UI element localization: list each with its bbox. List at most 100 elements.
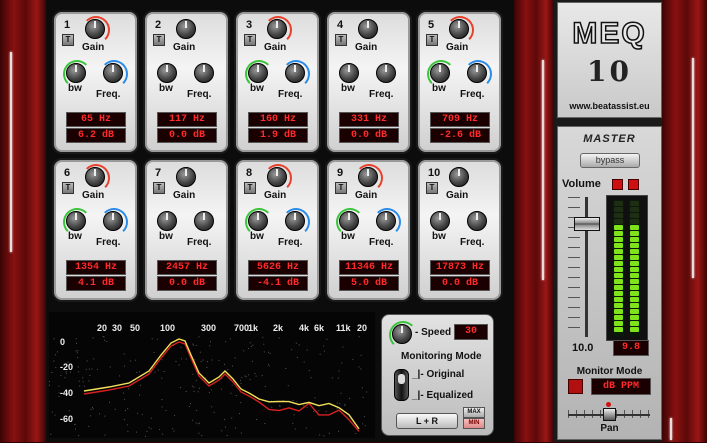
bw-knob[interactable] xyxy=(430,211,450,231)
noise-dot xyxy=(220,388,222,390)
bw-knob[interactable] xyxy=(157,63,177,83)
bw-knob[interactable] xyxy=(66,63,86,83)
noise-dot xyxy=(361,387,363,389)
bw-knob[interactable] xyxy=(66,211,86,231)
band-type-button[interactable]: T xyxy=(153,34,165,46)
freq-knob[interactable] xyxy=(194,211,214,231)
freq-knob[interactable] xyxy=(285,211,305,231)
volume-value: 10.0 xyxy=(572,342,594,354)
band-type-button[interactable]: T xyxy=(335,182,347,194)
noise-dot xyxy=(314,397,316,399)
bw-knob[interactable] xyxy=(157,211,177,231)
noise-dot xyxy=(271,406,273,408)
band-type-button[interactable]: T xyxy=(426,182,438,194)
monitoring-mode-switch[interactable] xyxy=(394,369,409,401)
noise-dot xyxy=(54,354,56,356)
gain-knob[interactable] xyxy=(176,167,196,187)
noise-dot xyxy=(151,338,153,340)
noise-dot xyxy=(339,403,341,405)
band-type-button[interactable]: T xyxy=(335,34,347,46)
noise-dot xyxy=(139,394,141,396)
noise-dot xyxy=(293,414,295,416)
gain-knob[interactable] xyxy=(267,19,287,39)
pan-handle[interactable] xyxy=(603,408,616,421)
gain-knob[interactable] xyxy=(449,167,469,187)
monitor-mode-display[interactable]: dB PPM xyxy=(591,378,651,395)
noise-dot xyxy=(88,368,90,370)
freq-readout: 331 Hz xyxy=(339,112,399,127)
freq-knob[interactable] xyxy=(285,63,305,83)
noise-dot xyxy=(221,430,223,432)
noise-dot xyxy=(58,396,60,397)
pan-label: Pan xyxy=(600,423,619,434)
freq-knob[interactable] xyxy=(376,63,396,83)
noise-dot xyxy=(331,377,333,379)
noise-dot xyxy=(291,349,293,351)
band-3: 3 T Gain bw Freq. 160 Hz 1.9 dB xyxy=(234,10,321,154)
gain-knob[interactable] xyxy=(358,19,378,39)
noise-dot xyxy=(92,337,94,339)
volume-fader-handle[interactable] xyxy=(574,217,600,231)
bw-knob[interactable] xyxy=(339,63,359,83)
freq-value: 117 xyxy=(168,114,187,125)
freq-knob[interactable] xyxy=(376,211,396,231)
meter-segment xyxy=(630,321,639,326)
gain-knob[interactable] xyxy=(85,19,105,39)
band-type-button[interactable]: T xyxy=(62,34,74,46)
freq-label: Freq. xyxy=(96,237,121,248)
meter-segment xyxy=(630,231,639,236)
gain-unit: dB xyxy=(469,130,482,141)
noise-dot xyxy=(196,409,198,411)
bw-knob[interactable] xyxy=(248,211,268,231)
gain-knob[interactable] xyxy=(176,19,196,39)
monitor-mode-button[interactable] xyxy=(568,379,583,394)
gain-knob[interactable] xyxy=(449,19,469,39)
original-option[interactable]: _|- Original xyxy=(412,369,464,380)
bw-knob[interactable] xyxy=(430,63,450,83)
noise-dot xyxy=(50,433,52,435)
bw-knob[interactable] xyxy=(339,211,359,231)
band-type-button[interactable]: T xyxy=(153,182,165,194)
band-number: 3 xyxy=(246,19,253,31)
band-type-label: T xyxy=(65,183,71,192)
noise-dot xyxy=(362,396,364,398)
noise-dot xyxy=(199,387,200,389)
gain-value: -4.1 xyxy=(256,278,281,289)
band-type-button[interactable]: T xyxy=(426,34,438,46)
min-button-label: MIN xyxy=(468,420,480,426)
bw-knob[interactable] xyxy=(248,63,268,83)
freq-knob[interactable] xyxy=(467,211,487,231)
meter-left xyxy=(613,200,624,336)
lr-button[interactable]: L + R xyxy=(396,413,458,429)
band-type-button[interactable]: T xyxy=(244,182,256,194)
band-type-button[interactable]: T xyxy=(62,182,74,194)
bypass-button[interactable]: bypass xyxy=(580,153,640,168)
band-type-button[interactable]: T xyxy=(244,34,256,46)
freq-knob[interactable] xyxy=(103,211,123,231)
meter-segment xyxy=(614,285,623,290)
noise-dot xyxy=(75,428,76,430)
clip-led-right xyxy=(628,179,639,190)
noise-dot xyxy=(355,433,357,434)
noise-dot xyxy=(231,384,233,386)
max-button[interactable]: MAX xyxy=(463,407,485,418)
min-button[interactable]: MIN xyxy=(463,418,485,429)
volume-label: Volume xyxy=(562,178,601,190)
freq-knob[interactable] xyxy=(103,63,123,83)
noise-dot xyxy=(210,389,212,391)
gain-knob[interactable] xyxy=(85,167,105,187)
noise-dot xyxy=(127,430,129,432)
gain-knob[interactable] xyxy=(358,167,378,187)
noise-dot xyxy=(178,364,180,366)
noise-dot xyxy=(358,336,360,338)
noise-dot xyxy=(161,399,163,400)
freq-tick-label: 100 xyxy=(160,323,175,333)
noise-dot xyxy=(123,419,125,421)
freq-unit: Hz xyxy=(375,114,388,125)
noise-dot xyxy=(336,408,338,410)
gain-knob[interactable] xyxy=(267,167,287,187)
freq-knob[interactable] xyxy=(467,63,487,83)
equalized-option[interactable]: _|- Equalized xyxy=(412,390,473,401)
freq-readout: 17873 Hz xyxy=(430,260,490,275)
freq-knob[interactable] xyxy=(194,63,214,83)
